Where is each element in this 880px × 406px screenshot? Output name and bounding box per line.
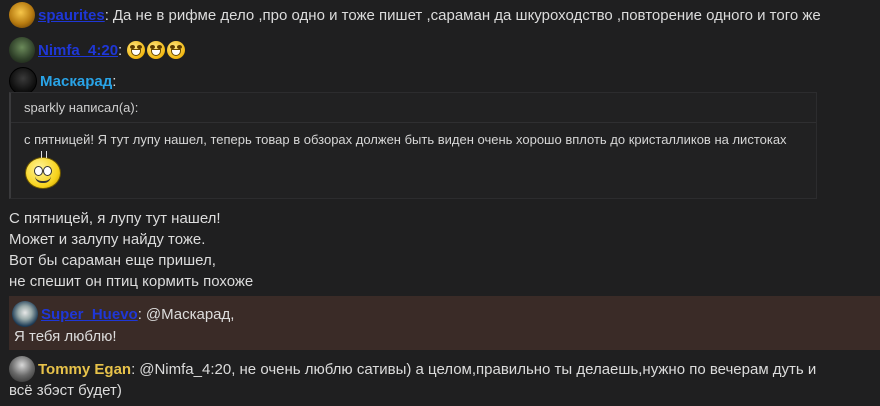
username[interactable]: Super_Huevo: [41, 306, 138, 323]
message-body: С пятницей, я лупу тут нашел! Может и за…: [9, 208, 253, 292]
laughing-smiley-icon: [167, 41, 186, 59]
avatar[interactable]: [9, 356, 35, 382]
username-colon: :: [131, 360, 136, 378]
chat-message: spaurites : Да не в рифме дело ,про одно…: [9, 2, 821, 28]
laughing-smiley-icon: [127, 41, 146, 59]
username[interactable]: Nimfa_4:20: [38, 42, 118, 59]
username[interactable]: spaurites: [38, 7, 105, 24]
username-colon: :: [137, 305, 142, 323]
message-text: Я тебя люблю!: [14, 328, 117, 345]
quote-text: с пятницей! Я тут лупу нашел, теперь тов…: [24, 132, 787, 147]
username-colon: :: [104, 6, 109, 24]
username-colon: :: [118, 41, 123, 59]
message-line: Вот бы сараман еще пришел,: [9, 252, 216, 269]
message-text: Да не в рифме дело ,про одно и тоже пише…: [112, 6, 821, 24]
message-text: , не очень люблю сативы) а целом,правиль…: [231, 360, 817, 378]
avatar[interactable]: [9, 37, 35, 63]
message-line: Может и залупу найду тоже.: [9, 231, 206, 248]
message-line: С пятницей, я лупу тут нашел!: [9, 210, 221, 227]
mention-link[interactable]: @Nimfa_4:20: [139, 361, 231, 378]
quote-header: sparkly написал(а):: [11, 93, 816, 123]
smiley-icon: [25, 151, 61, 189]
chat-message: Nimfa_4:20 :: [9, 37, 186, 63]
avatar[interactable]: [12, 301, 38, 327]
username[interactable]: Tommy Egan: [38, 361, 131, 378]
mention-comma: ,: [230, 305, 235, 323]
quote-block: sparkly написал(а): с пятницей! Я тут лу…: [9, 92, 817, 199]
chat-message: Tommy Egan : @Nimfa_4:20 , не очень любл…: [9, 356, 829, 399]
message-text-continued: всё збэст будет): [9, 382, 122, 399]
laughing-smiley-icon: [147, 41, 166, 59]
mention-link[interactable]: @Маскарад: [146, 306, 230, 323]
avatar[interactable]: [9, 2, 35, 28]
chat-message: Маскарад :: [9, 67, 116, 95]
username-colon: :: [112, 72, 117, 90]
smiley-group: [125, 41, 186, 59]
username[interactable]: Маскарад: [40, 73, 112, 90]
avatar[interactable]: [9, 67, 37, 95]
highlighted-message: Super_Huevo : @Маскарад , Я тебя люблю!: [9, 296, 880, 350]
message-line: не спешит он птиц кормить похоже: [9, 273, 254, 290]
